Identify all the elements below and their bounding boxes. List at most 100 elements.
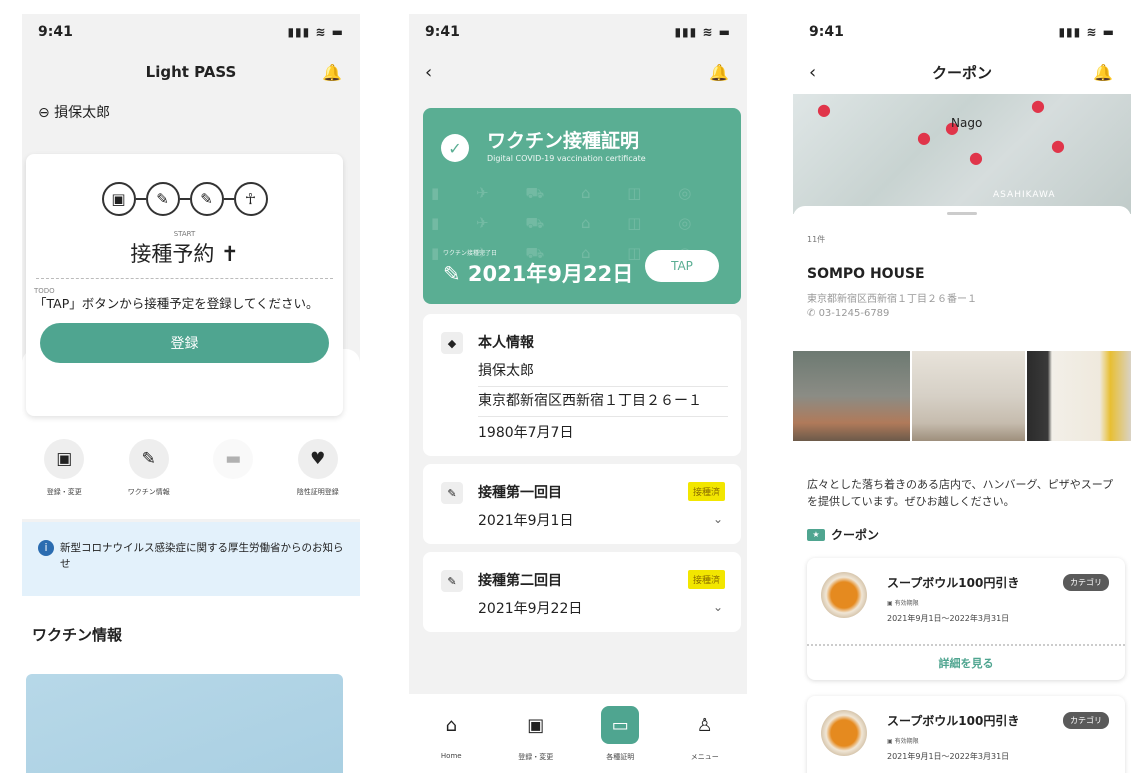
nav-bar: ‹ 🔔 xyxy=(409,50,747,94)
vaccination-certificate-card: ▮ ✈ ⛟ ⌂ ◫ ◎ ▮ ✈ ⛟ ⌂ ◫ ◎ ▮ ✈ ⛟ ⌂ ◫ ◎ ✓ ワク… xyxy=(423,108,741,304)
validity-label: ▣ 有効期限 xyxy=(887,738,919,745)
coupon-header-label: クーポン xyxy=(831,528,880,542)
status-icons: ▮▮▮ ≋ ▬ xyxy=(1058,25,1115,39)
bottom-tab-bar: ⌂ Home ▣ 登録・変更 ▭ 各種証明 ♙ メニュー xyxy=(409,694,747,773)
divider xyxy=(807,644,1125,646)
coupon-image xyxy=(821,710,867,756)
personal-name: 損保太郎 xyxy=(478,360,728,387)
tab-certificates[interactable]: ▭ 各種証明 xyxy=(585,706,655,773)
appointment-card: ▣ ✎ ✎ ☥ START 接種予約 ✝ TODO 「TAP」ボタンから接種予定… xyxy=(26,154,343,416)
section-title: ワクチン情報 xyxy=(32,626,123,644)
status-time: 9:41 xyxy=(809,24,844,40)
home-screen: 9:41 ▮▮▮ ≋ ▬ Light PASS 🔔 ⊖ 損保太郎 ▣ ✎ ✎ ☥… xyxy=(22,14,360,773)
category-badge: カテゴリ xyxy=(1063,712,1109,729)
chevron-down-icon[interactable]: ⌄ xyxy=(713,512,723,526)
coupon-card[interactable]: スープボウル100円引き カテゴリ ▣ 有効期限 2021年9月1日〜2022年… xyxy=(807,696,1125,773)
calendar-icon: ▣ xyxy=(101,182,136,216)
result-count: 11件 xyxy=(807,235,826,244)
personal-title: 本人情報 xyxy=(478,335,534,351)
completion-label: ワクチン接種完了日 xyxy=(443,250,498,257)
status-badge: 接種済 xyxy=(687,570,725,589)
calendar-icon: ▣ xyxy=(527,714,545,736)
coupon-title: スープボウル100円引き xyxy=(887,714,1020,728)
chevron-down-icon[interactable]: ⌄ xyxy=(713,600,723,614)
progress-steps: ▣ ✎ ✎ ☥ xyxy=(26,182,343,216)
dose1-panel[interactable]: ✎ 接種第一回目 接種済 2021年9月1日 ⌄ xyxy=(423,464,741,544)
shop-address: 東京都新宿区西新宿１丁目２６番ー１ xyxy=(807,294,977,305)
certificate-screen: 9:41 ▮▮▮ ≋ ▬ ‹ 🔔 ▮ ✈ ⛟ ⌂ ◫ ◎ ▮ ✈ ⛟ ⌂ ◫ ◎… xyxy=(409,14,747,773)
shop-photo[interactable] xyxy=(912,351,1025,441)
coupon-icon: ★ xyxy=(807,528,825,541)
shop-sheet: 11件 SOMPO HOUSE 東京都新宿区西新宿１丁目２６番ー１ ✆ 03-1… xyxy=(793,206,1131,773)
register-button[interactable]: 登録 xyxy=(40,323,329,363)
dose2-title: 接種第二回目 xyxy=(478,573,562,589)
shop-phone[interactable]: ✆ 03-1245-6789 xyxy=(807,308,889,319)
status-time: 9:41 xyxy=(425,24,460,40)
map-pin-icon[interactable]: ● xyxy=(969,148,983,167)
coupon-card[interactable]: スープボウル100円引き カテゴリ ▣ 有効期限 2021年9月1日〜2022年… xyxy=(807,558,1125,680)
message-icon: ▬ xyxy=(213,439,254,479)
back-icon[interactable]: ‹ xyxy=(809,62,816,83)
status-badge: 接種済 xyxy=(687,482,725,501)
coupon-title: スープボウル100円引き xyxy=(887,576,1020,590)
map-pin-icon[interactable]: ● xyxy=(1031,96,1045,115)
map-pin-icon[interactable]: ● xyxy=(1051,136,1065,155)
dose2-panel[interactable]: ✎ 接種第二回目 接種済 2021年9月22日 ⌄ xyxy=(423,552,741,632)
tab-register[interactable]: ▣ 登録・変更 xyxy=(501,706,571,773)
calendar-icon: ▣ xyxy=(887,738,895,745)
back-icon[interactable]: ‹ xyxy=(425,62,432,83)
nav-bar: ‹ クーポン 🔔 xyxy=(793,50,1131,94)
quick-label: 登録・変更 xyxy=(46,488,82,496)
quick-label: ワクチン情報 xyxy=(127,488,170,496)
bell-icon[interactable]: 🔔 xyxy=(1093,63,1113,82)
completion-date: ✎ 2021年9月22日 xyxy=(443,262,634,286)
quick-disabled: ▬ xyxy=(195,439,271,497)
quick-negative-cert[interactable]: ♥ 陰性証明登録 xyxy=(280,439,356,497)
quick-actions: ▣ 登録・変更 ✎ ワクチン情報 ▬ ♥ 陰性証明登録 xyxy=(22,439,360,497)
map-pin-icon[interactable]: ● xyxy=(917,128,931,147)
person-icon: ☥ xyxy=(233,182,268,216)
nav-bar: Light PASS 🔔 xyxy=(22,50,360,94)
validity-period: 2021年9月1日〜2022年3月31日 xyxy=(887,614,1010,623)
shop-name: SOMPO HOUSE xyxy=(807,266,925,282)
phone-icon: ✆ xyxy=(807,308,819,319)
tab-label: 登録・変更 xyxy=(518,753,554,761)
bell-icon[interactable]: 🔔 xyxy=(709,63,729,82)
quick-vaccine-info[interactable]: ✎ ワクチン情報 xyxy=(111,439,187,497)
tab-menu[interactable]: ♙ メニュー xyxy=(670,706,740,773)
shop-photo[interactable] xyxy=(1027,351,1131,441)
tab-label: Home xyxy=(440,752,462,760)
vaccine-image[interactable] xyxy=(26,674,343,773)
personal-info-panel: ◆ 本人情報 損保太郎 東京都新宿区西新宿１丁目２６ー１ 1980年7月7日 xyxy=(423,314,741,456)
drag-handle[interactable] xyxy=(947,212,977,215)
status-icons: ▮▮▮ ≋ ▬ xyxy=(674,25,731,39)
syringe-icon: ✎ xyxy=(441,570,463,592)
app-title: Light PASS xyxy=(145,63,237,81)
tab-home[interactable]: ⌂ Home xyxy=(416,706,486,773)
coupon-screen: 9:41 ▮▮▮ ≋ ▬ ‹ クーポン 🔔 ● ● ● ● ● ● Nago A… xyxy=(793,14,1131,773)
coupon-image xyxy=(821,572,867,618)
user-name: ⊖ 損保太郎 xyxy=(38,105,111,121)
category-badge: カテゴリ xyxy=(1063,574,1109,591)
quick-register[interactable]: ▣ 登録・変更 xyxy=(26,439,102,497)
check-icon: ✓ xyxy=(441,134,469,162)
validity-label: ▣ 有効期限 xyxy=(887,600,919,607)
certificate-icon: ▭ xyxy=(601,706,640,744)
appointment-heading: 接種予約 ✝ xyxy=(130,242,239,266)
validity-period: 2021年9月1日〜2022年3月31日 xyxy=(887,752,1010,761)
map-label: Nago xyxy=(951,116,983,130)
home-icon: ⌂ xyxy=(445,714,457,736)
details-button[interactable]: 詳細を見る xyxy=(807,648,1125,678)
notice-banner[interactable]: i 新型コロナウイルス感染症に関する厚生労働省からのお知らせ xyxy=(22,522,360,596)
shop-photo[interactable] xyxy=(793,351,910,441)
coupon-section-header: ★ クーポン xyxy=(807,526,879,543)
tap-button[interactable]: TAP xyxy=(645,250,719,282)
map[interactable]: ● ● ● ● ● ● Nago ASAHIKAWA xyxy=(793,94,1131,214)
bell-icon[interactable]: 🔔 xyxy=(322,63,342,82)
dose2-date: 2021年9月22日 xyxy=(478,601,583,617)
cert-subtitle: Digital COVID-19 vaccination certificate xyxy=(487,154,646,163)
notice-text: 新型コロナウイルス感染症に関する厚生労働省からのお知らせ xyxy=(60,542,344,570)
page-title: クーポン xyxy=(931,63,992,82)
status-bar: 9:41 ▮▮▮ ≋ ▬ xyxy=(409,14,747,50)
map-pin-icon[interactable]: ● xyxy=(817,100,831,119)
